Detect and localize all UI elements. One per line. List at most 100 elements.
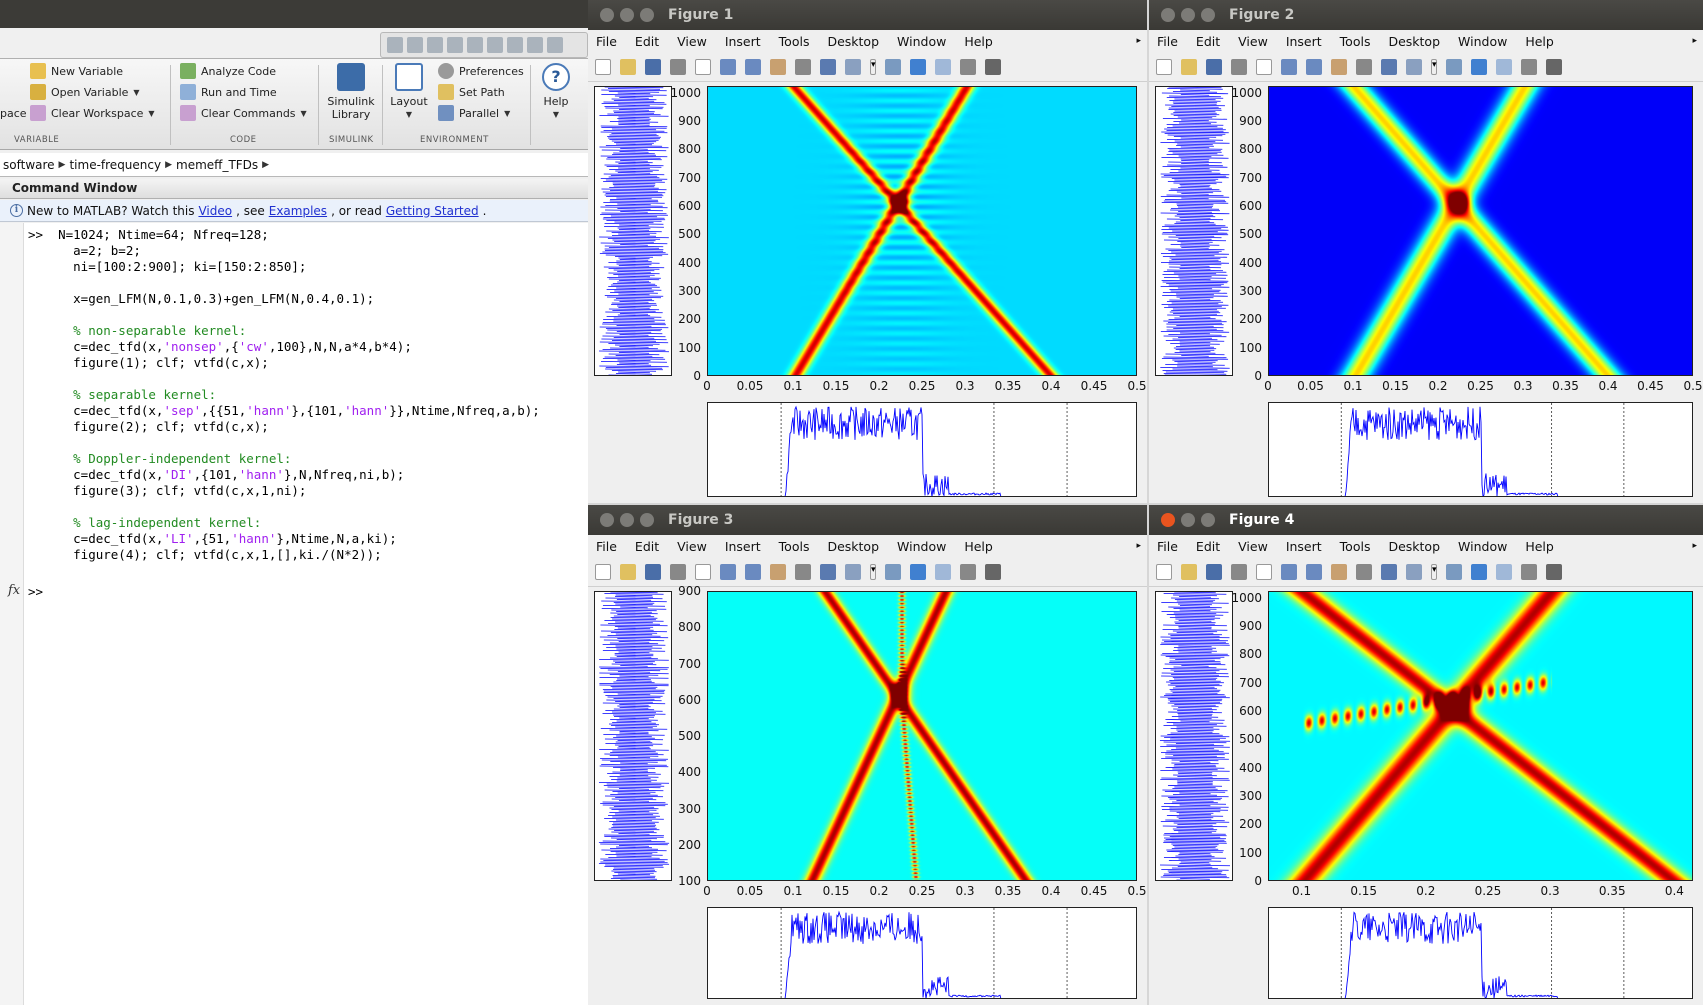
time-signal-plot[interactable]	[1155, 86, 1233, 376]
menu-item[interactable]: Desktop	[827, 34, 879, 49]
maximize-icon[interactable]	[1201, 8, 1215, 22]
legend-icon[interactable]	[935, 58, 951, 75]
pointer-icon[interactable]	[1256, 563, 1272, 580]
new-figure-icon[interactable]	[1156, 563, 1172, 580]
getting-started-link[interactable]: Getting Started	[386, 204, 479, 218]
clear-workspace-button[interactable]: Clear Workspace ▼	[30, 105, 155, 121]
menu-item[interactable]: Insert	[725, 539, 761, 554]
help-button[interactable]: ? Help ▼	[536, 63, 576, 121]
menu-item[interactable]: File	[1157, 539, 1178, 554]
set-path-button[interactable]: Set Path	[438, 84, 505, 100]
chevron-down-icon[interactable]: ▾	[870, 58, 876, 75]
layout-button[interactable]: Layout ▼	[386, 63, 432, 121]
zoom-in-icon[interactable]	[720, 563, 736, 580]
parallel-button[interactable]: Parallel ▼	[438, 105, 510, 121]
menu-item[interactable]: Tools	[1340, 539, 1371, 554]
menu-overflow-icon[interactable]: ▸	[1692, 541, 1697, 551]
zoom-in-icon[interactable]	[1281, 563, 1297, 580]
menu-item[interactable]: Help	[1525, 34, 1554, 49]
maximize-icon[interactable]	[640, 513, 654, 527]
open-file-icon[interactable]	[620, 58, 636, 75]
brush-icon[interactable]	[845, 58, 861, 75]
preferences-button[interactable]: Preferences	[438, 63, 524, 79]
menu-item[interactable]: View	[1238, 539, 1268, 554]
tfd-image[interactable]	[1268, 86, 1693, 376]
menu-item[interactable]: Help	[964, 539, 993, 554]
hide-tools-icon[interactable]	[1521, 563, 1537, 580]
command-window[interactable]: >> N=1024; Ntime=64; Nfreq=128; a=2; b=2…	[0, 223, 588, 1005]
hide-tools-icon[interactable]	[960, 563, 976, 580]
menu-item[interactable]: File	[596, 539, 617, 554]
pan-icon[interactable]	[770, 563, 786, 580]
menu-item[interactable]: Edit	[1196, 34, 1220, 49]
breadcrumb-item[interactable]: time-frequency	[69, 158, 161, 172]
command-prompt[interactable]: >>	[28, 584, 43, 599]
chevron-down-icon[interactable]: ▾	[1431, 58, 1437, 75]
switch-windows-icon[interactable]	[527, 37, 543, 53]
new-figure-icon[interactable]	[595, 563, 611, 580]
minimize-icon[interactable]	[620, 513, 634, 527]
menu-item[interactable]: Window	[897, 539, 946, 554]
rotate-icon[interactable]	[1356, 563, 1372, 580]
menu-item[interactable]: Window	[1458, 34, 1507, 49]
pointer-icon[interactable]	[695, 58, 711, 75]
menu-item[interactable]: Insert	[1286, 539, 1322, 554]
link-icon[interactable]	[885, 58, 901, 75]
menu-item[interactable]: File	[1157, 34, 1178, 49]
menu-item[interactable]: Edit	[635, 539, 659, 554]
open-file-icon[interactable]	[1181, 563, 1197, 580]
close-icon[interactable]	[1161, 513, 1175, 527]
frequency-marginal-plot[interactable]	[707, 402, 1137, 497]
data-cursor-icon[interactable]	[820, 563, 836, 580]
data-cursor-icon[interactable]	[1381, 58, 1397, 75]
maximize-icon[interactable]	[1201, 513, 1215, 527]
figure-title-bar[interactable]: Figure 1	[588, 0, 1147, 30]
dock-icon[interactable]	[1546, 58, 1562, 75]
print-icon[interactable]	[670, 563, 686, 580]
menu-overflow-icon[interactable]: ▸	[1136, 541, 1141, 551]
open-file-icon[interactable]	[620, 563, 636, 580]
menu-item[interactable]: Help	[964, 34, 993, 49]
quick-access-icon[interactable]	[387, 37, 403, 53]
breadcrumb-item[interactable]: software	[3, 158, 55, 172]
open-variable-button[interactable]: Open Variable ▼	[30, 84, 140, 100]
menu-item[interactable]: Edit	[1196, 539, 1220, 554]
menu-item[interactable]: Desktop	[1388, 34, 1440, 49]
run-and-time-button[interactable]: Run and Time	[180, 84, 277, 100]
zoom-in-icon[interactable]	[720, 58, 736, 75]
close-icon[interactable]	[600, 8, 614, 22]
new-figure-icon[interactable]	[595, 58, 611, 75]
tfd-image[interactable]	[707, 591, 1137, 881]
menu-item[interactable]: View	[677, 34, 707, 49]
legend-icon[interactable]	[1496, 58, 1512, 75]
dock-icon[interactable]	[985, 58, 1001, 75]
video-link[interactable]: Video	[198, 204, 232, 218]
zoom-out-icon[interactable]	[745, 58, 761, 75]
pan-icon[interactable]	[1331, 563, 1347, 580]
paste-icon[interactable]	[467, 37, 483, 53]
rotate-icon[interactable]	[795, 563, 811, 580]
time-signal-plot[interactable]	[1155, 591, 1233, 881]
link-icon[interactable]	[1446, 58, 1462, 75]
menu-overflow-icon[interactable]: ▸	[1692, 36, 1697, 46]
breadcrumb-item[interactable]: memeff_TFDs	[176, 158, 258, 172]
redo-icon[interactable]	[507, 37, 523, 53]
fx-icon[interactable]: fx	[8, 583, 20, 598]
minimize-icon[interactable]	[620, 8, 634, 22]
minimize-icon[interactable]	[1181, 513, 1195, 527]
brush-icon[interactable]	[845, 563, 861, 580]
menu-item[interactable]: File	[596, 34, 617, 49]
link-icon[interactable]	[1446, 563, 1462, 580]
clear-commands-button[interactable]: Clear Commands ▼	[180, 105, 307, 121]
menu-item[interactable]: Edit	[635, 34, 659, 49]
menu-overflow-icon[interactable]: ▸	[1136, 36, 1141, 46]
new-variable-button[interactable]: New Variable	[30, 63, 123, 79]
dock-icon[interactable]	[1546, 563, 1562, 580]
menu-item[interactable]: Window	[897, 34, 946, 49]
current-folder-breadcrumb[interactable]: software ▶ time-frequency ▶ memeff_TFDs ▶	[0, 153, 588, 177]
zoom-out-icon[interactable]	[1306, 563, 1322, 580]
cut-icon[interactable]	[427, 37, 443, 53]
legend-icon[interactable]	[1496, 563, 1512, 580]
figure-title-bar[interactable]: Figure 4	[1149, 505, 1703, 535]
simulink-library-button[interactable]: Simulink Library	[326, 63, 376, 121]
